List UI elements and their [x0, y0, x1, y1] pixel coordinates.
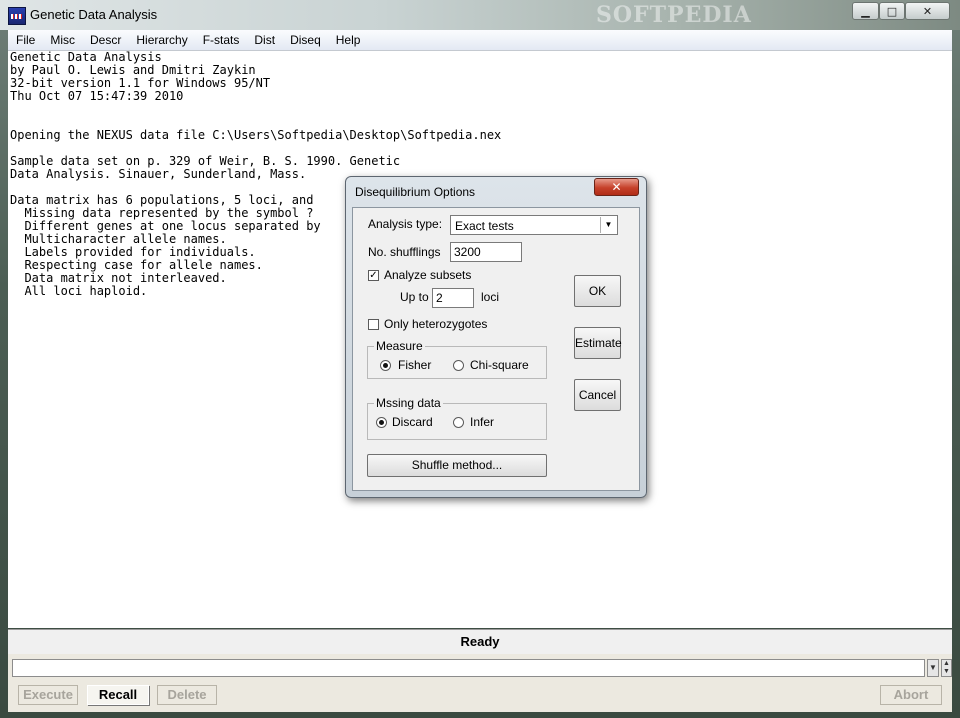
analysis-type-value: Exact tests: [455, 219, 514, 233]
measure-group: Measure Fisher Chi-square: [367, 339, 547, 379]
shuffle-method-button[interactable]: Shuffle method...: [367, 454, 547, 477]
upto-input[interactable]: 2: [432, 288, 474, 308]
cancel-button[interactable]: Cancel: [574, 379, 621, 411]
status-bar: Ready: [8, 629, 952, 654]
discard-label: Discard: [392, 415, 433, 429]
watermark: SOFTPEDIA: [596, 2, 752, 28]
upto-label: Up to: [400, 290, 429, 304]
ok-button[interactable]: OK: [574, 275, 621, 307]
minimize-button[interactable]: ▁: [852, 2, 879, 20]
dialog-title: Disequilibrium Options: [355, 185, 476, 199]
dialog-close-button[interactable]: ✕: [594, 178, 639, 196]
diseq-options-dialog: Disequilibrium Options ✕ Analysis type: …: [345, 176, 647, 498]
scroll-arrows-icon[interactable]: ▲ ▼: [941, 659, 952, 677]
discard-radio[interactable]: [376, 417, 387, 428]
missing-data-group-label: Mssing data: [374, 396, 443, 410]
analysis-type-label: Analysis type:: [368, 217, 443, 231]
fisher-label: Fisher: [398, 358, 432, 372]
window-title: Genetic Data Analysis: [30, 7, 158, 22]
infer-radio[interactable]: [453, 417, 464, 428]
dialog-body: Analysis type: Exact tests ▼ No. shuffli…: [352, 207, 640, 491]
analyze-subsets-label: Analyze subsets: [384, 268, 472, 282]
loci-label: loci: [481, 290, 500, 304]
shufflings-label: No. shufflings: [368, 245, 441, 259]
chi-square-radio[interactable]: [453, 360, 464, 371]
dropdown-arrow-icon[interactable]: ▼: [927, 659, 939, 677]
maximize-button[interactable]: □: [879, 2, 905, 20]
only-heterozygotes-label: Only heterozygotes: [384, 317, 488, 331]
recall-button[interactable]: Recall: [87, 685, 149, 705]
command-area: ▼ ▲ ▼ Execute Recall Delete Abort: [8, 654, 952, 712]
only-heterozygotes-checkbox[interactable]: [368, 319, 379, 330]
measure-group-label: Measure: [374, 339, 425, 353]
infer-label: Infer: [470, 415, 495, 429]
app-icon[interactable]: [8, 7, 26, 25]
abort-button[interactable]: Abort: [880, 685, 942, 705]
estimate-button[interactable]: Estimate: [574, 327, 622, 359]
shufflings-input[interactable]: 3200: [450, 242, 522, 262]
menu-bar: File Misc Descr Hierarchy F-stats Dist D…: [8, 30, 952, 51]
analyze-subsets-checkbox[interactable]: ✓: [368, 270, 379, 281]
menu-misc[interactable]: Misc: [42, 30, 82, 50]
chi-square-label: Chi-square: [470, 358, 529, 372]
missing-data-group: Mssing data Discard Infer: [367, 396, 547, 440]
title-bar[interactable]: Genetic Data Analysis SOFTPEDIA ▁ □ ✕: [0, 0, 960, 30]
command-input[interactable]: [12, 659, 925, 677]
menu-descr[interactable]: Descr: [82, 30, 128, 50]
menu-hierarchy[interactable]: Hierarchy: [128, 30, 194, 50]
analysis-type-select[interactable]: Exact tests ▼: [450, 215, 618, 235]
menu-fstats[interactable]: F-stats: [195, 30, 247, 50]
chevron-down-icon[interactable]: ▼: [600, 217, 616, 233]
menu-file[interactable]: File: [8, 30, 42, 50]
execute-button[interactable]: Execute: [18, 685, 78, 705]
menu-dist[interactable]: Dist: [246, 30, 282, 50]
menu-diseq[interactable]: Diseq: [282, 30, 328, 50]
menu-help[interactable]: Help: [328, 30, 368, 50]
close-button[interactable]: ✕: [905, 2, 950, 20]
delete-button[interactable]: Delete: [157, 685, 217, 705]
fisher-radio[interactable]: [380, 360, 391, 371]
